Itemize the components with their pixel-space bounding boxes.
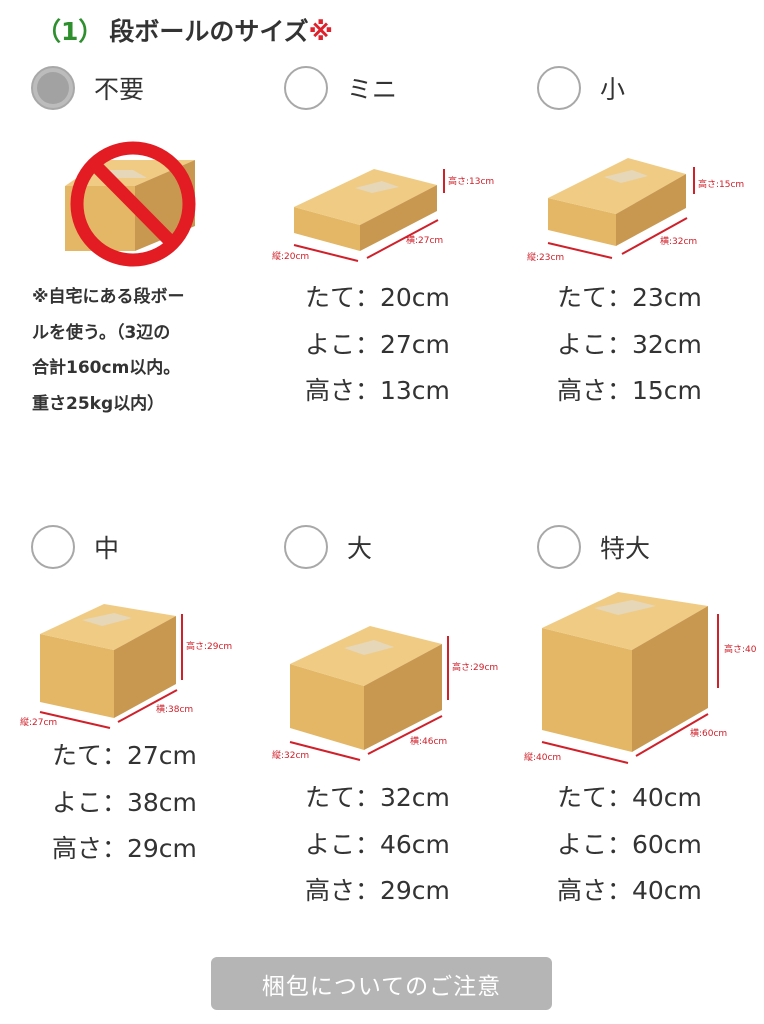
dim-row: 高さ：40cm — [557, 876, 702, 905]
size-option-medium[interactable]: 中 — [31, 525, 119, 569]
option-label-medium: 中 — [94, 534, 120, 563]
dim-label-tate: 縦:27cm — [20, 716, 57, 728]
radio-small[interactable] — [537, 66, 581, 110]
note-line: ※自宅にある段ボー — [32, 287, 185, 307]
required-mark: ※ — [308, 17, 333, 46]
size-option-small[interactable]: 小 — [537, 66, 625, 110]
dim-row: よこ：27cm — [305, 329, 450, 359]
dims-medium: たて：27cm よこ：38cm 高さ：29cm — [52, 733, 197, 873]
packing-notes-label: 梱包についてのご注意 — [261, 973, 502, 1000]
section-title: 段ボールのサイズ — [109, 17, 309, 46]
size-option-none[interactable]: 不要 — [31, 66, 144, 110]
dim-label-taka: 高さ:13cm — [448, 175, 494, 187]
box-illustration-mini: 縦:20cm 横:27cm 高さ:13cm — [272, 169, 494, 262]
dim-row: たて：32cm — [305, 783, 450, 812]
note-line: 重さ25kg以内） — [32, 393, 165, 414]
dim-label-yoko: 横:38cm — [156, 703, 193, 715]
dim-label-tate: 縦:32cm — [272, 749, 309, 761]
note-line: ルを使う。（3辺の — [32, 322, 171, 343]
dim-row: よこ：46cm — [305, 829, 450, 859]
box-illustration-medium: 縦:27cm 横:38cm 高さ:29cm — [20, 604, 232, 729]
dim-label-tate: 縦:40cm — [524, 751, 561, 763]
prohibited-icon — [65, 141, 196, 267]
box-illustration-extra-large: 縦:40cm 横:60cm 高さ:40 — [524, 592, 757, 764]
box-illustration-large: 縦:32cm 横:46cm 高さ:29cm — [272, 626, 498, 761]
dim-row: たて：40cm — [557, 783, 702, 812]
dim-label-tate: 縦:23cm — [527, 251, 564, 263]
section-number: （1） — [36, 17, 104, 46]
dim-label-yoko: 横:46cm — [410, 735, 447, 747]
option-label-small: 小 — [600, 75, 626, 104]
dims-extra-large: たて：40cm よこ：60cm 高さ：40cm — [557, 775, 702, 915]
dim-row: よこ：60cm — [557, 829, 702, 859]
size-option-mini[interactable]: ミニ — [284, 66, 397, 110]
dims-large: たて：32cm よこ：46cm 高さ：29cm — [305, 775, 450, 915]
option-label-extra-large: 特大 — [600, 534, 651, 563]
box-illustration-small: 縦:23cm 横:32cm 高さ:15cm — [527, 158, 744, 263]
dim-row: 高さ：15cm — [557, 376, 702, 405]
size-option-large[interactable]: 大 — [284, 525, 372, 569]
size-option-extra-large[interactable]: 特大 — [537, 525, 650, 569]
radio-large[interactable] — [284, 525, 328, 569]
dims-mini: たて：20cm よこ：27cm 高さ：13cm — [305, 275, 450, 415]
radio-mini[interactable] — [284, 66, 328, 110]
option-label-mini: ミニ — [347, 75, 398, 104]
dim-row: たて：20cm — [305, 283, 450, 312]
option-label-large: 大 — [347, 534, 373, 563]
dim-label-yoko: 横:32cm — [660, 235, 697, 247]
dim-label-taka: 高さ:29cm — [452, 661, 498, 673]
packing-notes-button[interactable]: 梱包についてのご注意 — [211, 957, 552, 1010]
dim-row: 高さ：29cm — [52, 834, 197, 863]
note-line: 合計160cm以内。 — [32, 358, 181, 378]
dims-small: たて：23cm よこ：32cm 高さ：15cm — [557, 275, 702, 415]
radio-extra-large[interactable] — [537, 525, 581, 569]
dim-label-taka: 高さ:15cm — [698, 178, 744, 190]
radio-medium[interactable] — [31, 525, 75, 569]
dim-row: よこ：38cm — [52, 787, 197, 817]
dim-row: たて：23cm — [557, 283, 702, 312]
dim-label-taka: 高さ:40 — [724, 643, 757, 655]
option-label-none: 不要 — [94, 75, 145, 104]
dim-row: 高さ：13cm — [305, 376, 450, 405]
radio-none[interactable] — [31, 66, 75, 110]
dim-row: たて：27cm — [52, 741, 197, 770]
dim-row: よこ：32cm — [557, 329, 702, 359]
dim-label-yoko: 横:60cm — [690, 727, 727, 739]
dim-label-yoko: 横:27cm — [406, 234, 443, 246]
dim-row: 高さ：29cm — [305, 876, 450, 905]
no-box-note: ※自宅にある段ボー ルを使う。（3辺の 合計160cm以内。 重さ25kg以内） — [32, 280, 242, 422]
section-heading: （1） 段ボールのサイズ※ — [36, 12, 333, 48]
dim-label-taka: 高さ:29cm — [186, 640, 232, 652]
dim-label-tate: 縦:20cm — [272, 250, 309, 262]
